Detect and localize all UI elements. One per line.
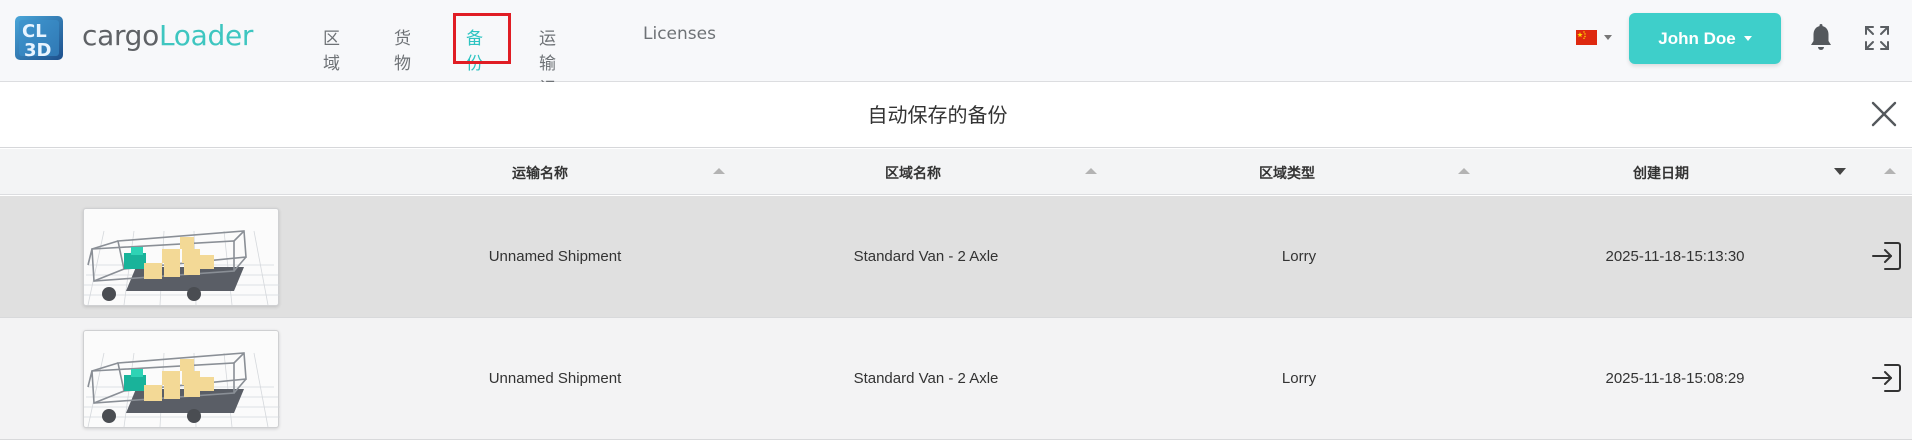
fullscreen-icon[interactable] [1863,24,1891,52]
nav-licenses[interactable]: Licenses [643,24,716,44]
load-preview-thumbnail [83,330,280,428]
flag-cn-icon[interactable] [1576,30,1597,45]
sign-in-icon[interactable] [1871,240,1903,272]
column-header-zone-type[interactable]: 区域类型 [1259,163,1315,183]
brand-name-part2: Loader [158,19,254,52]
user-menu-button[interactable]: John Doe [1629,13,1781,64]
cell-shipment-name: Unnamed Shipment [488,370,622,387]
cell-zone-name: Standard Van - 2 Axle [853,370,999,387]
cell-zone-type: Lorry [1281,370,1317,387]
bell-icon[interactable] [1808,24,1834,52]
sort-asc-icon[interactable] [1458,168,1470,174]
top-navbar: CL 3D cargoLoader 区域 货物 备份 运输记录 Licenses… [0,0,1912,124]
sort-asc-icon[interactable] [1085,168,1097,174]
table-row[interactable]: Unnamed Shipment Standard Van - 2 Axle L… [0,196,1912,318]
table-header: 运输名称 区域名称 区域类型 创建日期 [0,149,1912,195]
cell-created-date: 2025-11-18-15:13:30 [1605,248,1745,265]
cell-zone-type: Lorry [1281,248,1317,265]
nav-zones[interactable]: 区域 [323,24,340,74]
cell-created-date: 2025-11-18-15:08:29 [1605,370,1745,387]
table-row[interactable]: Unnamed Shipment Standard Van - 2 Axle L… [0,318,1912,440]
cell-shipment-name: Unnamed Shipment [488,248,622,265]
column-header-shipment-name[interactable]: 运输名称 [512,163,568,183]
brand-name-part1: cargo [82,19,159,52]
modal-title: 自动保存的备份 [867,103,1008,127]
active-nav-highlight [453,13,511,64]
modal-header: 自动保存的备份 [0,82,1912,148]
column-header-created-date[interactable]: 创建日期 [1633,163,1689,183]
sign-in-icon[interactable] [1871,362,1903,394]
sort-asc-icon[interactable] [1884,168,1896,174]
load-preview-thumbnail [83,208,280,306]
svg-text:CL: CL [22,21,47,42]
language-caret-icon[interactable] [1604,35,1612,40]
chevron-down-icon [1743,36,1752,41]
column-header-zone-name[interactable]: 区域名称 [885,163,941,183]
nav-cargo[interactable]: 货物 [394,24,411,74]
sort-asc-icon[interactable] [713,168,725,174]
cargoloader-logo[interactable]: CL 3D [14,15,64,61]
svg-text:3D: 3D [24,40,51,61]
cell-zone-name: Standard Van - 2 Axle [853,248,999,265]
close-icon[interactable] [1871,101,1897,127]
brand-name[interactable]: cargoLoader [82,19,253,52]
user-name: John Doe [1658,28,1736,48]
sort-desc-icon[interactable] [1834,168,1846,175]
